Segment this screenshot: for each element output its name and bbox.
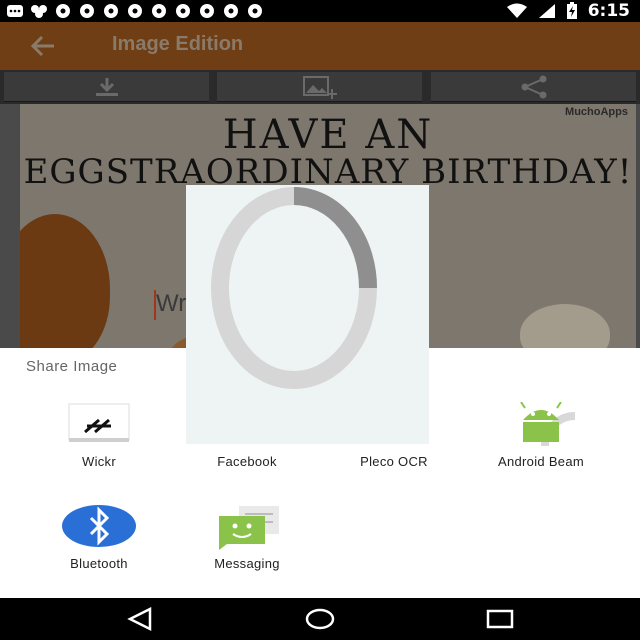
soccer-ball-icon — [80, 4, 94, 18]
editor-toolbar — [0, 70, 640, 104]
share-target-wickr[interactable]: Wickr — [24, 402, 174, 469]
navigation-bar — [0, 598, 640, 640]
recents-nav-icon[interactable] — [480, 606, 520, 632]
home-nav-icon[interactable] — [300, 606, 340, 632]
share-target-label: Wickr — [82, 454, 116, 469]
share-target-messaging[interactable]: Messaging — [172, 504, 322, 571]
group-icon — [31, 5, 47, 18]
message-icon — [7, 5, 23, 17]
wifi-icon — [506, 3, 527, 18]
share-target-label: Pleco OCR — [360, 454, 428, 469]
soccer-ball-icon — [248, 4, 262, 18]
share-button[interactable] — [431, 72, 636, 102]
back-nav-icon[interactable] — [120, 606, 160, 632]
cellular-signal-icon — [538, 4, 555, 18]
share-target-android-beam[interactable]: Android Beam — [466, 401, 616, 469]
progress-spinner-icon — [211, 187, 377, 389]
soccer-ball-icon — [104, 4, 118, 18]
status-bar: 6:15 — [0, 0, 640, 22]
loading-dialog — [186, 185, 429, 444]
share-target-label: Android Beam — [498, 454, 584, 469]
share-target-bluetooth[interactable]: Bluetooth — [24, 504, 174, 571]
messaging-icon — [207, 504, 287, 550]
app-bar: Image Edition — [0, 22, 640, 70]
egg-decoration — [520, 304, 610, 348]
share-target-label: Bluetooth — [70, 556, 128, 571]
wickr-icon — [59, 402, 139, 448]
bluetooth-icon — [59, 504, 139, 550]
download-icon — [95, 77, 118, 96]
soccer-ball-icon — [128, 4, 142, 18]
soccer-ball-icon — [176, 4, 190, 18]
soccer-ball-icon — [56, 4, 70, 18]
soccer-ball-icon — [152, 4, 166, 18]
soccer-ball-icon — [224, 4, 238, 18]
share-icon — [521, 75, 546, 98]
soccer-ball-icon — [200, 4, 214, 18]
arrow-back-icon[interactable] — [30, 34, 56, 58]
android-beam-icon — [501, 401, 581, 448]
battery-charging-icon — [566, 2, 577, 19]
notification-icons — [6, 3, 264, 19]
share-target-label: Facebook — [217, 454, 277, 469]
share-sheet-title: Share Image — [26, 358, 118, 375]
add-image-button[interactable] — [217, 72, 422, 102]
egg-decoration — [20, 214, 110, 348]
status-icons: 6:15 — [506, 1, 630, 21]
clock: 6:15 — [587, 1, 630, 21]
download-button[interactable] — [4, 72, 209, 102]
share-target-label: Messaging — [214, 556, 280, 571]
add-image-icon — [302, 75, 337, 99]
page-title: Image Edition — [112, 33, 244, 55]
